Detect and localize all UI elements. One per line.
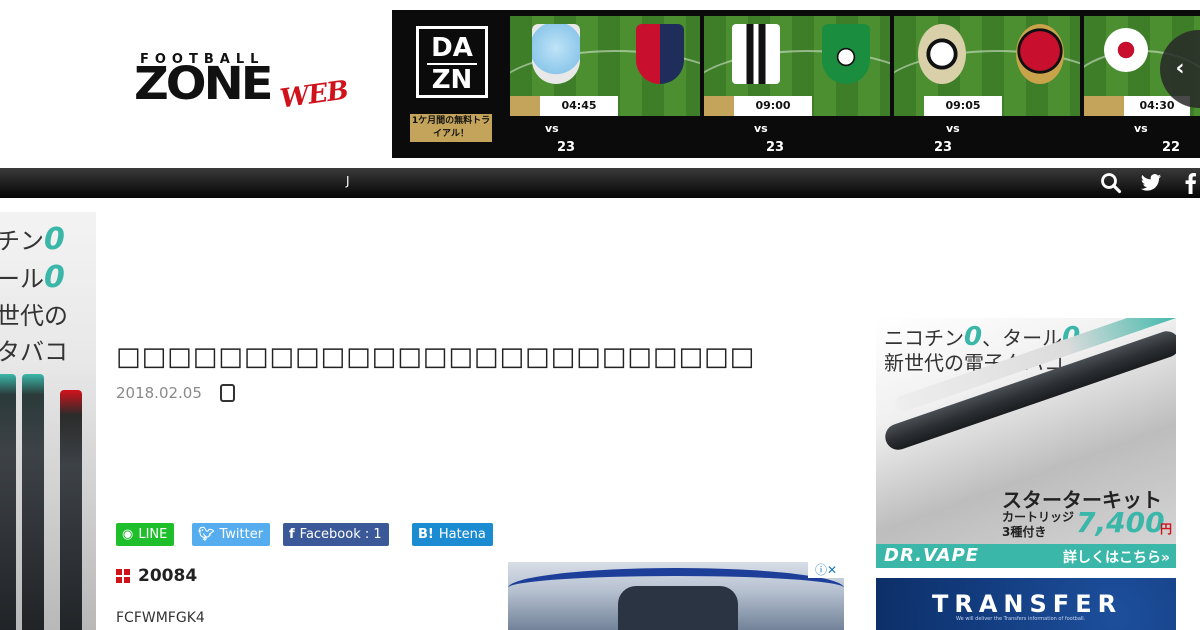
vape-pen-image [22, 374, 44, 630]
match-day: 23 [766, 140, 785, 155]
facebook-icon[interactable] [1180, 172, 1200, 194]
match-day: 22 [1162, 140, 1181, 155]
cartridge-label: カートリッジ 3種付き [1002, 510, 1074, 540]
ad-headline-text: ニコチン [884, 326, 964, 350]
juventus-crest-icon [732, 24, 780, 84]
left-skyscraper-ad[interactable]: チン0 ール0 世代の タバコ [0, 212, 96, 630]
dazn-free-trial-button[interactable]: 1ケ月間の無料トライアル！ [410, 114, 492, 142]
transfer-subtitle: We will deliver the Transfers informatio… [956, 616, 1086, 622]
time-gold-bar [704, 96, 738, 116]
logo-zone-text: ZONE [134, 57, 274, 111]
match-time: 09:05 [924, 96, 1002, 116]
article-body-text: FCFWMFGK4 [116, 610, 205, 626]
right-rectangle-ad[interactable]: ニコチン0、タール0 新世代の電子タバコ スターターキット カートリッジ 3種付… [876, 318, 1176, 568]
match-vs: vs [545, 122, 559, 135]
brand-logo: DR.VAPE [884, 545, 980, 566]
category-icon [220, 384, 235, 402]
site-logo[interactable]: FOOTBALL ZONE WEB [134, 50, 354, 116]
heading-square-icon [116, 569, 130, 583]
share-facebook-button[interactable]: f Facebook : 1 [283, 523, 389, 546]
ac-milan-crest-icon [1016, 24, 1064, 84]
match-card[interactable]: 04:45 vs 23 [510, 16, 700, 155]
ad-copy-zero: 0 [44, 222, 65, 257]
ad-copy-line: チン0 [0, 222, 65, 259]
twitter-icon[interactable] [1140, 172, 1162, 194]
match-card[interactable]: 09:05 vs 23 [894, 16, 1080, 155]
share-hatena-button[interactable]: B! Hatena [412, 523, 493, 546]
ad-footer[interactable]: DR.VAPE 詳しくはこちら» [876, 544, 1176, 568]
share-line-button[interactable]: ◉ LINE [116, 523, 175, 546]
match-vs: vs [754, 122, 768, 135]
match-vs: vs [1134, 122, 1148, 135]
section-heading: 20084 [138, 566, 198, 586]
ad-copy-text: チン [0, 227, 44, 255]
match-time: 09:00 [734, 96, 812, 116]
dazn-logo-top: DA [431, 33, 473, 63]
ad-copy-zero: 0 [44, 260, 65, 295]
ad-copy-line: ール0 [0, 260, 65, 297]
price-value: 7,400 [1076, 506, 1165, 539]
share-line-label: LINE [138, 527, 168, 542]
rb-leipzig-crest-icon [1104, 28, 1148, 72]
match-time: 04:45 [540, 96, 618, 116]
vape-pen-image [0, 374, 16, 630]
dazn-logo: DA ZN [416, 26, 488, 98]
match-day: 23 [557, 140, 576, 155]
match-vs: vs [946, 122, 960, 135]
dazn-schedule-banner[interactable]: DA ZN 1ケ月間の無料トライアル！ 04:45 vs 23 09:00 vs… [392, 10, 1200, 158]
car-interior-image [618, 586, 738, 630]
ad-copy-line: タバコ [0, 338, 68, 366]
transfer-title: TRANSFER [932, 590, 1123, 618]
match-day: 23 [934, 140, 953, 155]
article-title: □□□□□□□□□□□□□□□□□□□□□□□□□□□□□□□□□□□□□□□□… [116, 342, 756, 372]
cartridge-line: カートリッジ [1002, 510, 1075, 524]
price-yen: 円 [1160, 522, 1173, 536]
transfer-banner-ad[interactable]: TRANSFER We will deliver the Transfers i… [876, 578, 1176, 630]
dazn-logo-bottom: ZN [431, 65, 473, 95]
details-link[interactable]: 詳しくはこちら» [1063, 547, 1170, 567]
ad-headline-zero: 0 [964, 322, 983, 352]
udinese-crest-icon [918, 24, 966, 84]
genoa-crest-icon [636, 24, 684, 84]
time-gold-bar [1084, 96, 1124, 116]
ad-copy-text: ール [0, 265, 44, 293]
search-icon[interactable] [1100, 172, 1122, 194]
page: FOOTBALL ZONE WEB DA ZN 1ケ月間の無料トライアル！ 04… [0, 0, 1200, 630]
ad-copy-line: 世代の [0, 302, 68, 330]
cartridge-line: 3種付き [1002, 525, 1047, 539]
match-card[interactable]: 09:00 vs 23 [704, 16, 890, 155]
twitter-icon: 🐦︎ [198, 527, 215, 542]
vape-pen-image [60, 390, 82, 630]
share-twitter-label: Twitter [219, 527, 264, 542]
sassuolo-crest-icon [822, 24, 870, 84]
logo-web-text: WEB [278, 75, 350, 115]
car-display-ad[interactable]: ⓘ✕ [508, 562, 844, 630]
share-hatena-label: Hatena [438, 527, 486, 542]
nav-item-j[interactable]: J [346, 174, 350, 188]
share-twitter-button[interactable]: 🐦︎ Twitter [192, 523, 271, 546]
lazio-crest-icon [532, 24, 580, 84]
ad-choices-icon[interactable]: ⓘ✕ [808, 562, 844, 578]
article-date: 2018.02.05 [116, 384, 202, 402]
global-nav: J [0, 168, 1200, 198]
line-icon: ◉ [122, 527, 134, 542]
hatena-icon: B! [418, 527, 434, 542]
share-facebook-label: Facebook : 1 [299, 527, 382, 542]
facebook-icon: f [289, 527, 295, 542]
